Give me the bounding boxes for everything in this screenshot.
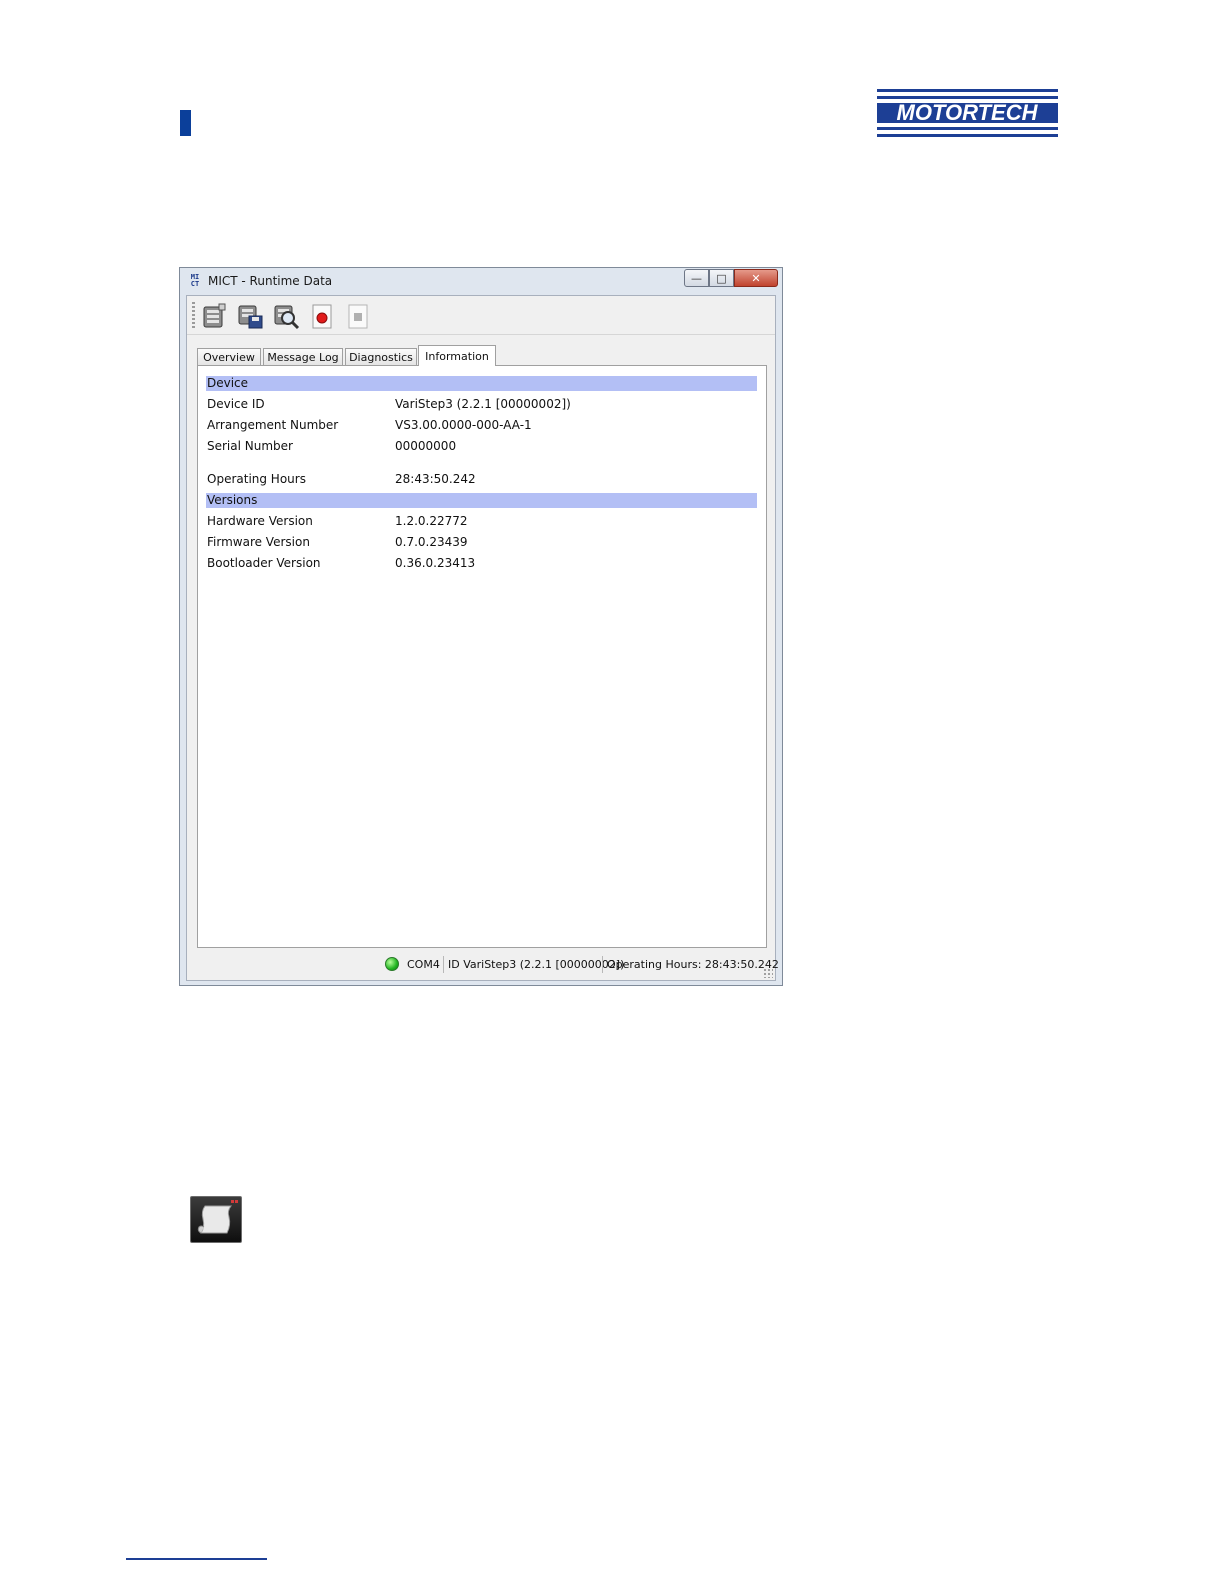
stop-icon [348, 304, 368, 329]
info-row: Firmware Version 0.7.0.23439 [207, 535, 757, 553]
maximize-button[interactable]: □ [709, 269, 734, 287]
info-value: VariStep3 (2.2.1 [00000002]) [395, 397, 571, 411]
section-header-device: Device [206, 376, 757, 391]
toolbar [187, 296, 775, 335]
info-label: Bootloader Version [207, 556, 321, 570]
tab-message-log[interactable]: Message Log [263, 348, 343, 365]
minimize-button[interactable]: — [684, 269, 709, 287]
title-bar[interactable]: MI CT MICT - Runtime Data — □ ✕ [180, 268, 782, 294]
info-value: 28:43:50.242 [395, 472, 476, 486]
section-header-versions: Versions [206, 493, 757, 508]
tab-overview[interactable]: Overview [197, 348, 261, 365]
window-title: MICT - Runtime Data [208, 274, 333, 288]
status-port: COM4 [407, 958, 440, 971]
info-label: Firmware Version [207, 535, 310, 549]
status-bar: COM4 ID VariStep3 (2.2.1 [00000002]) Ope… [187, 952, 779, 980]
toolbar-grip[interactable] [192, 302, 195, 328]
svg-text:MOTORTECH: MOTORTECH [897, 100, 1039, 125]
info-row: Arrangement Number VS3.00.0000-000-AA-1 [207, 418, 757, 436]
info-row: Hardware Version 1.2.0.22772 [207, 514, 757, 532]
info-row: Serial Number 00000000 [207, 439, 757, 457]
status-separator [602, 956, 603, 973]
save-data-icon [238, 305, 263, 329]
status-operating-hours: Operating Hours: 28:43:50.242 [607, 958, 779, 971]
close-button[interactable]: ✕ [734, 269, 778, 287]
info-label: Serial Number [207, 439, 293, 453]
search-data-button[interactable] [271, 301, 301, 331]
record-icon [312, 304, 332, 329]
window-client-area: Overview Message Log Diagnostics Informa… [186, 295, 779, 981]
info-value: 00000000 [395, 439, 457, 453]
info-label: Device ID [207, 397, 265, 411]
info-label: Arrangement Number [207, 418, 339, 432]
chapter-marker [180, 110, 191, 136]
motortech-logo: MOTORTECH [877, 89, 1058, 137]
runtime-data-icon [203, 303, 226, 328]
save-data-button[interactable] [235, 301, 265, 331]
runtime-data-window: MI CT MICT - Runtime Data — □ ✕ Overview… [179, 267, 783, 986]
resize-grip-icon[interactable] [763, 968, 773, 978]
window-controls: — □ ✕ [684, 269, 778, 288]
status-device-id: ID VariStep3 (2.2.1 [00000002]) [448, 958, 625, 971]
record-button[interactable] [307, 301, 337, 331]
message-log-icon [190, 1196, 242, 1243]
info-value: 0.7.0.23439 [395, 535, 468, 549]
stop-button[interactable] [343, 301, 373, 331]
footer-rule [126, 1558, 267, 1560]
mict-app-icon: MI CT [190, 273, 200, 288]
status-separator [443, 956, 444, 973]
info-label: Hardware Version [207, 514, 313, 528]
info-value: VS3.00.0000-000-AA-1 [395, 418, 532, 432]
information-panel: Device Device ID VariStep3 (2.2.1 [00000… [197, 365, 767, 948]
connection-status-led-icon [385, 957, 399, 971]
scroll-icon [197, 1200, 238, 1234]
runtime-data-button[interactable] [199, 301, 229, 331]
info-value: 0.36.0.23413 [395, 556, 476, 570]
search-data-icon [274, 305, 300, 330]
info-row: Device ID VariStep3 (2.2.1 [00000002]) [207, 397, 757, 415]
info-value: 1.2.0.22772 [395, 514, 468, 528]
tab-diagnostics[interactable]: Diagnostics [345, 348, 417, 365]
info-label: Operating Hours [207, 472, 306, 486]
info-row: Operating Hours 28:43:50.242 [207, 472, 757, 490]
info-row: Bootloader Version 0.36.0.23413 [207, 556, 757, 574]
tab-information[interactable]: Information [418, 345, 496, 366]
